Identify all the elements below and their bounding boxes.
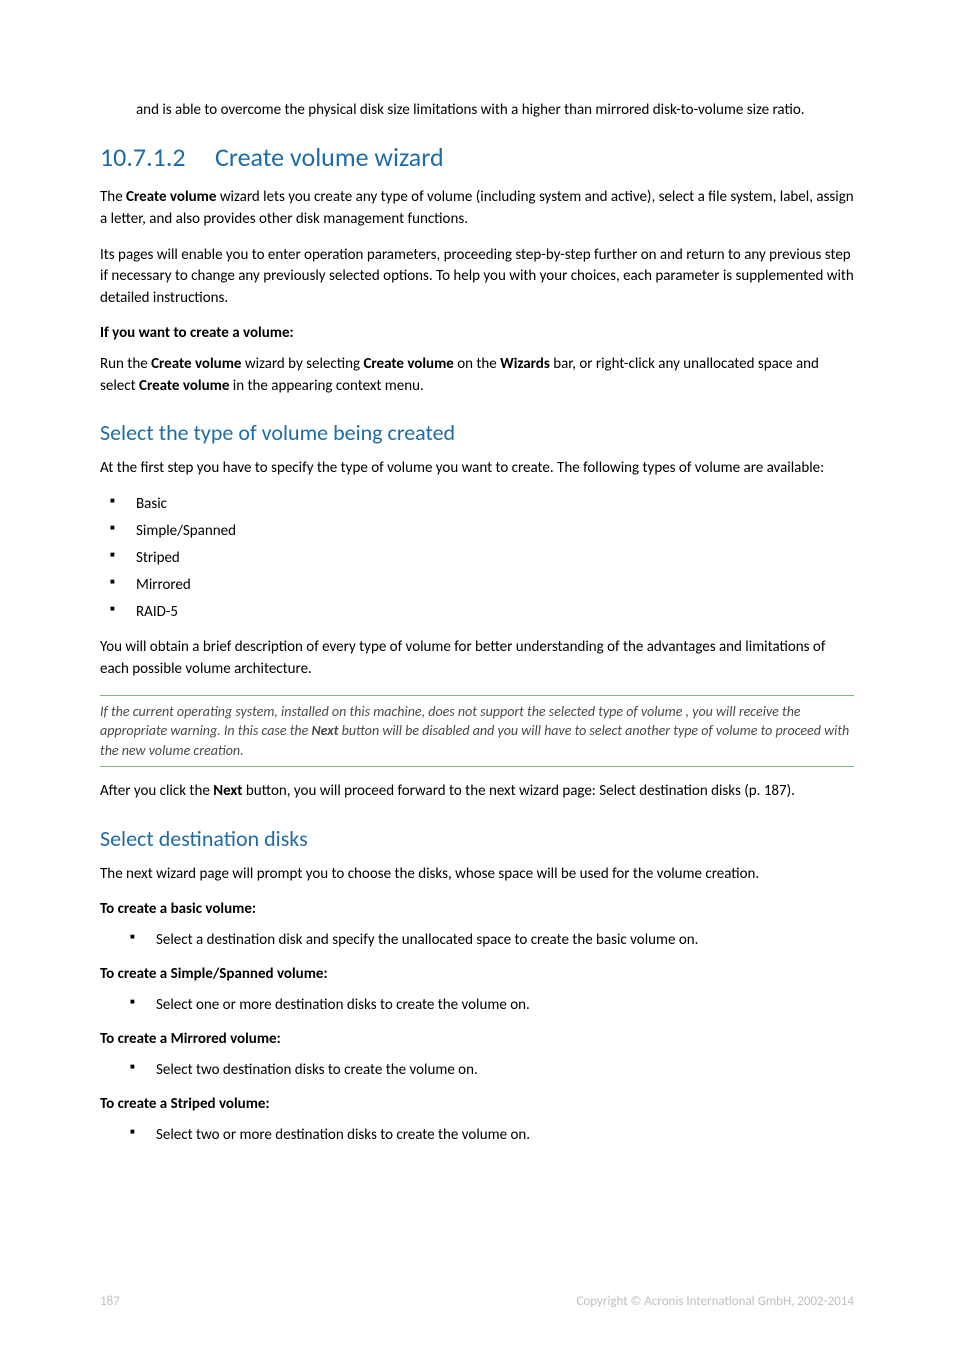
list-item: Mirrored <box>100 575 854 596</box>
list-item: Select two destination disks to create t… <box>100 1060 854 1081</box>
bullet-list: Select a destination disk and specify th… <box>100 930 854 951</box>
section-heading: 10.7.1.2Create volume wizard <box>100 141 854 173</box>
label: To create a Striped volume: <box>100 1095 854 1113</box>
bullet-list: Select one or more destination disks to … <box>100 995 854 1016</box>
subheading-select-type: Select the type of volume being created <box>100 419 854 446</box>
page-footer: 187 Copyright © Acronis International Gm… <box>100 1294 854 1309</box>
paragraph: The next wizard page will prompt you to … <box>100 864 854 886</box>
list-item: Select two or more destination disks to … <box>100 1125 854 1146</box>
list-item: Striped <box>100 548 854 569</box>
label: If you want to create a volume: <box>100 324 854 342</box>
paragraph: The Create volume wizard lets you create… <box>100 187 854 231</box>
paragraph: After you click the Next button, you wil… <box>100 781 854 803</box>
subheading-select-dest: Select destination disks <box>100 825 854 852</box>
section-title: Create volume wizard <box>215 141 444 173</box>
section-number: 10.7.1.2 <box>100 141 215 173</box>
copyright: Copyright © Acronis International GmbH, … <box>576 1294 854 1309</box>
list-item: Select a destination disk and specify th… <box>100 930 854 951</box>
intro-continuation: and is able to overcome the physical dis… <box>136 100 854 121</box>
list-item: Simple/Spanned <box>100 521 854 542</box>
paragraph: You will obtain a brief description of e… <box>100 637 854 681</box>
note-callout: If the current operating system, install… <box>100 695 854 768</box>
bullet-list: Select two destination disks to create t… <box>100 1060 854 1081</box>
list-item: Basic <box>100 494 854 515</box>
paragraph: At the first step you have to specify th… <box>100 458 854 480</box>
volume-types-list: Basic Simple/Spanned Striped Mirrored RA… <box>100 494 854 623</box>
paragraph: Run the Create volume wizard by selectin… <box>100 354 854 398</box>
label: To create a basic volume: <box>100 900 854 918</box>
paragraph: Its pages will enable you to enter opera… <box>100 245 854 310</box>
label: To create a Mirrored volume: <box>100 1030 854 1048</box>
page-number: 187 <box>100 1294 120 1309</box>
label: To create a Simple/Spanned volume: <box>100 965 854 983</box>
list-item: Select one or more destination disks to … <box>100 995 854 1016</box>
bullet-list: Select two or more destination disks to … <box>100 1125 854 1146</box>
list-item: RAID-5 <box>100 602 854 623</box>
